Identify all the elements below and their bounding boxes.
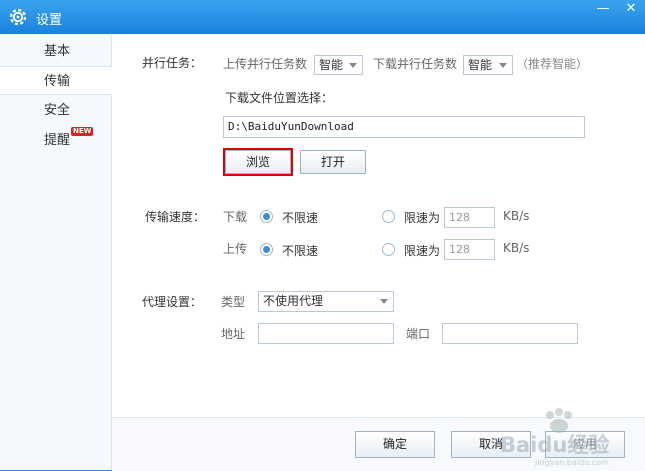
proxy-type-select[interactable]: 不使用代理 bbox=[258, 291, 394, 312]
minimize-button[interactable]: — bbox=[589, 0, 617, 20]
parallel-section-label: 并行任务： bbox=[142, 56, 203, 70]
open-button[interactable]: 打开 bbox=[300, 150, 366, 174]
proxy-address-input[interactable] bbox=[258, 323, 394, 344]
download-parallel-label: 下载并行任务数 bbox=[373, 57, 458, 71]
upload-parallel-label: 上传并行任务数 bbox=[223, 57, 308, 71]
parallel-hint: （推荐智能） bbox=[516, 57, 589, 71]
sidebar-item-transfer[interactable]: 传输 bbox=[0, 66, 112, 95]
window-title: 设置 bbox=[36, 13, 63, 28]
download-path-input[interactable]: D:\BaiduYunDownload bbox=[223, 116, 585, 138]
upload-limit-unit: KB/s bbox=[503, 241, 530, 255]
proxy-address-label: 地址 bbox=[221, 327, 246, 341]
sidebar-item-label: 安全 bbox=[44, 103, 71, 118]
upload-parallel-value: 智能 bbox=[319, 58, 344, 72]
title-bar[interactable]: 设置 — ✕ bbox=[0, 0, 645, 34]
upload-limit-input[interactable]: 128 bbox=[444, 239, 495, 260]
download-parallel-value: 智能 bbox=[468, 58, 493, 72]
sidebar: 基本 传输 安全 提醒 NEW bbox=[0, 34, 112, 470]
sidebar-item-basic[interactable]: 基本 bbox=[0, 37, 111, 66]
upload-parallel-select[interactable]: 智能 bbox=[314, 55, 363, 75]
sidebar-item-label: 提醒 bbox=[44, 133, 71, 148]
sidebar-item-label: 基本 bbox=[44, 44, 71, 59]
proxy-section-label: 代理设置： bbox=[142, 295, 203, 309]
download-parallel-select[interactable]: 智能 bbox=[463, 55, 513, 75]
settings-window: 设置 — ✕ 基本 传输 安全 提醒 NEW 并行任务： 上传并行任务数 智能 … bbox=[0, 0, 645, 471]
proxy-port-input[interactable] bbox=[442, 323, 578, 344]
new-badge: NEW bbox=[71, 127, 94, 136]
sidebar-item-label: 传输 bbox=[44, 74, 71, 89]
sidebar-item-security[interactable]: 安全 bbox=[0, 96, 111, 125]
download-limit-unit: KB/s bbox=[503, 209, 530, 223]
upload-limit-radio[interactable] bbox=[382, 243, 395, 256]
gear-icon bbox=[9, 8, 27, 26]
upload-speed-label: 上传 bbox=[223, 242, 248, 256]
ok-button[interactable]: 确定 bbox=[355, 431, 435, 458]
sidebar-item-reminder[interactable]: 提醒 NEW bbox=[0, 126, 111, 155]
upload-unlimited-label[interactable]: 不限速 bbox=[282, 242, 318, 259]
proxy-type-label: 类型 bbox=[221, 295, 246, 309]
chevron-down-icon bbox=[499, 63, 507, 68]
download-unlimited-radio[interactable] bbox=[260, 210, 273, 223]
download-unlimited-label[interactable]: 不限速 bbox=[282, 209, 318, 226]
proxy-type-value: 不使用代理 bbox=[263, 294, 324, 308]
download-limit-input[interactable]: 128 bbox=[444, 207, 495, 228]
download-location-label: 下载文件位置选择： bbox=[225, 91, 334, 105]
watermark-text: Baidu经验 bbox=[500, 433, 609, 457]
download-speed-label: 下载 bbox=[223, 210, 248, 224]
proxy-port-label: 端口 bbox=[406, 327, 431, 341]
speed-section-label: 传输速度： bbox=[145, 210, 206, 224]
watermark-subtext: jingyan.baidu.com bbox=[534, 458, 609, 467]
close-button[interactable]: ✕ bbox=[617, 0, 645, 20]
download-limit-label[interactable]: 限速为 bbox=[404, 209, 440, 226]
chevron-down-icon bbox=[380, 299, 388, 304]
upload-limit-label[interactable]: 限速为 bbox=[404, 242, 440, 259]
upload-unlimited-radio[interactable] bbox=[260, 243, 273, 256]
chevron-down-icon bbox=[349, 63, 357, 68]
download-limit-radio[interactable] bbox=[382, 210, 395, 223]
baidu-jingyan-watermark: Baidu经验 jingyan.baidu.com bbox=[500, 408, 609, 467]
browse-button[interactable]: 浏览 bbox=[223, 148, 293, 176]
